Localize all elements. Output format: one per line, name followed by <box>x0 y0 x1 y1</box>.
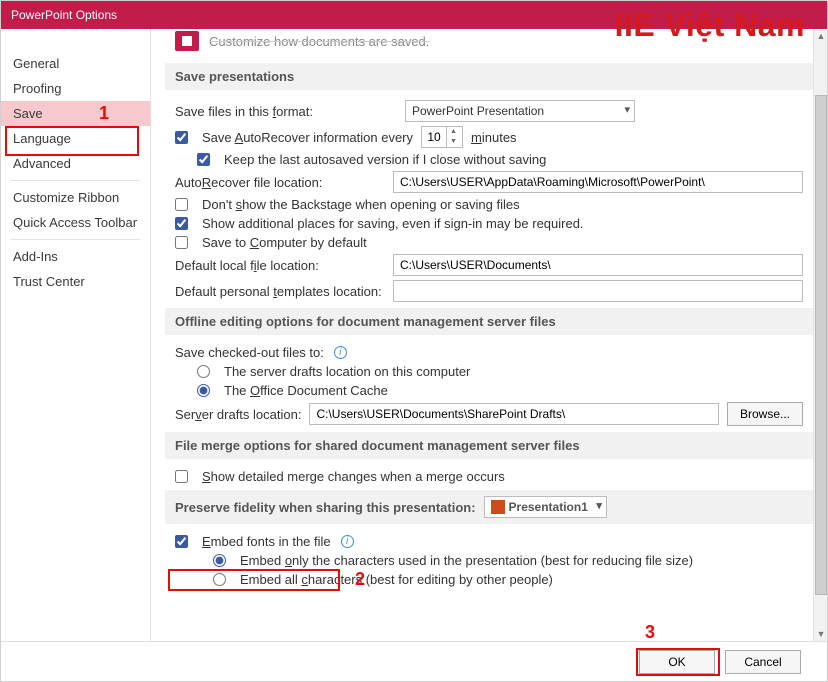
powerpoint-file-icon <box>491 500 505 514</box>
default-templates-label: Default personal templates location: <box>175 284 385 299</box>
save-format-value: PowerPoint Presentation <box>412 104 544 118</box>
keep-last-label: Keep the last autosaved version if I clo… <box>224 152 546 167</box>
checked-out-label: Save checked-out files to: <box>175 345 324 360</box>
sidebar-item-advanced[interactable]: Advanced <box>1 151 150 176</box>
embed-all-radio[interactable] <box>213 573 226 586</box>
scroll-up-icon[interactable]: ▲ <box>814 29 827 43</box>
truncated-header: Customize how documents are saved. <box>209 34 429 49</box>
server-drafts-location-field[interactable] <box>309 403 719 425</box>
embed-only-radio[interactable] <box>213 554 226 567</box>
minutes-label: minutes <box>471 130 517 145</box>
stepper-down-icon[interactable]: ▼ <box>447 137 460 147</box>
sidebar-item-qat[interactable]: Quick Access Toolbar <box>1 210 150 235</box>
default-local-file-field[interactable] <box>393 254 803 276</box>
server-drafts-location-label: Server drafts location: <box>175 407 301 422</box>
additional-places-label: Show additional places for saving, even … <box>202 216 584 231</box>
merge-detailed-checkbox[interactable] <box>175 470 188 483</box>
office-cache-radio[interactable] <box>197 384 210 397</box>
stepper-up-icon[interactable]: ▲ <box>447 127 460 137</box>
section-preserve: Preserve fidelity when sharing this pres… <box>165 490 813 524</box>
autorecover-checkbox[interactable] <box>175 131 188 144</box>
presentation-selector-value: Presentation1 <box>509 500 588 514</box>
autorecover-location-field[interactable] <box>393 171 803 193</box>
options-dialog: PowerPoint Options IIE Việt Nam General … <box>0 0 828 682</box>
sidebar-item-save[interactable]: Save <box>1 101 150 126</box>
browse-button[interactable]: Browse... <box>727 402 803 426</box>
window-title: PowerPoint Options <box>11 8 117 22</box>
sidebar-item-trust-center[interactable]: Trust Center <box>1 269 150 294</box>
section-offline: Offline editing options for document man… <box>165 308 813 335</box>
server-drafts-label: The server drafts location on this compu… <box>224 364 470 379</box>
sidebar-item-customize-ribbon[interactable]: Customize Ribbon <box>1 185 150 210</box>
sidebar-item-addins[interactable]: Add-Ins <box>1 244 150 269</box>
scrollbar-thumb[interactable] <box>815 95 827 595</box>
vertical-scrollbar[interactable]: ▲ ▼ <box>813 29 827 641</box>
dont-show-backstage-label: Don't show the Backstage when opening or… <box>202 197 520 212</box>
category-sidebar: General Proofing Save Language Advanced … <box>1 29 151 641</box>
additional-places-checkbox[interactable] <box>175 217 188 230</box>
sidebar-item-proofing[interactable]: Proofing <box>1 76 150 101</box>
server-drafts-radio[interactable] <box>197 365 210 378</box>
save-format-label: Save files in this format: <box>175 104 313 119</box>
save-to-computer-label: Save to Computer by default <box>202 235 367 250</box>
sidebar-item-language[interactable]: Language <box>1 126 150 151</box>
dialog-footer: 3 OK Cancel <box>1 641 827 681</box>
embed-fonts-label: Embed fonts in the file <box>202 534 331 549</box>
autorecover-location-label: AutoRecover file location: <box>175 175 385 190</box>
default-local-file-label: Default local file location: <box>175 258 385 273</box>
embed-all-label: Embed all characters (best for editing b… <box>240 572 553 587</box>
dont-show-backstage-checkbox[interactable] <box>175 198 188 211</box>
header-stub: Customize how documents are saved. <box>165 29 813 59</box>
save-format-dropdown[interactable]: PowerPoint Presentation <box>405 100 635 122</box>
section-save-presentations: Save presentations <box>165 63 813 90</box>
save-section-icon <box>175 31 199 51</box>
options-content: Customize how documents are saved. Save … <box>151 29 827 641</box>
presentation-selector-dropdown[interactable]: Presentation1 <box>484 496 607 518</box>
info-icon[interactable]: i <box>341 535 354 548</box>
ok-button[interactable]: OK <box>639 650 715 674</box>
sidebar-item-general[interactable]: General <box>1 51 150 76</box>
save-to-computer-checkbox[interactable] <box>175 236 188 249</box>
info-icon[interactable]: i <box>334 346 347 359</box>
embed-fonts-checkbox[interactable] <box>175 535 188 548</box>
titlebar[interactable]: PowerPoint Options <box>1 1 827 29</box>
autorecover-minutes-stepper[interactable]: ▲▼ <box>421 126 463 148</box>
embed-only-label: Embed only the characters used in the pr… <box>240 553 693 568</box>
office-cache-label: The Office Document Cache <box>224 383 388 398</box>
default-templates-field[interactable] <box>393 280 803 302</box>
section-merge: File merge options for shared document m… <box>165 432 813 459</box>
cancel-button[interactable]: Cancel <box>725 650 801 674</box>
autorecover-label: Save AutoRecover information every <box>202 130 413 145</box>
autorecover-minutes-value[interactable] <box>422 129 446 145</box>
keep-last-checkbox[interactable] <box>197 153 210 166</box>
scroll-down-icon[interactable]: ▼ <box>814 627 827 641</box>
merge-detailed-label: Show detailed merge changes when a merge… <box>202 469 505 484</box>
